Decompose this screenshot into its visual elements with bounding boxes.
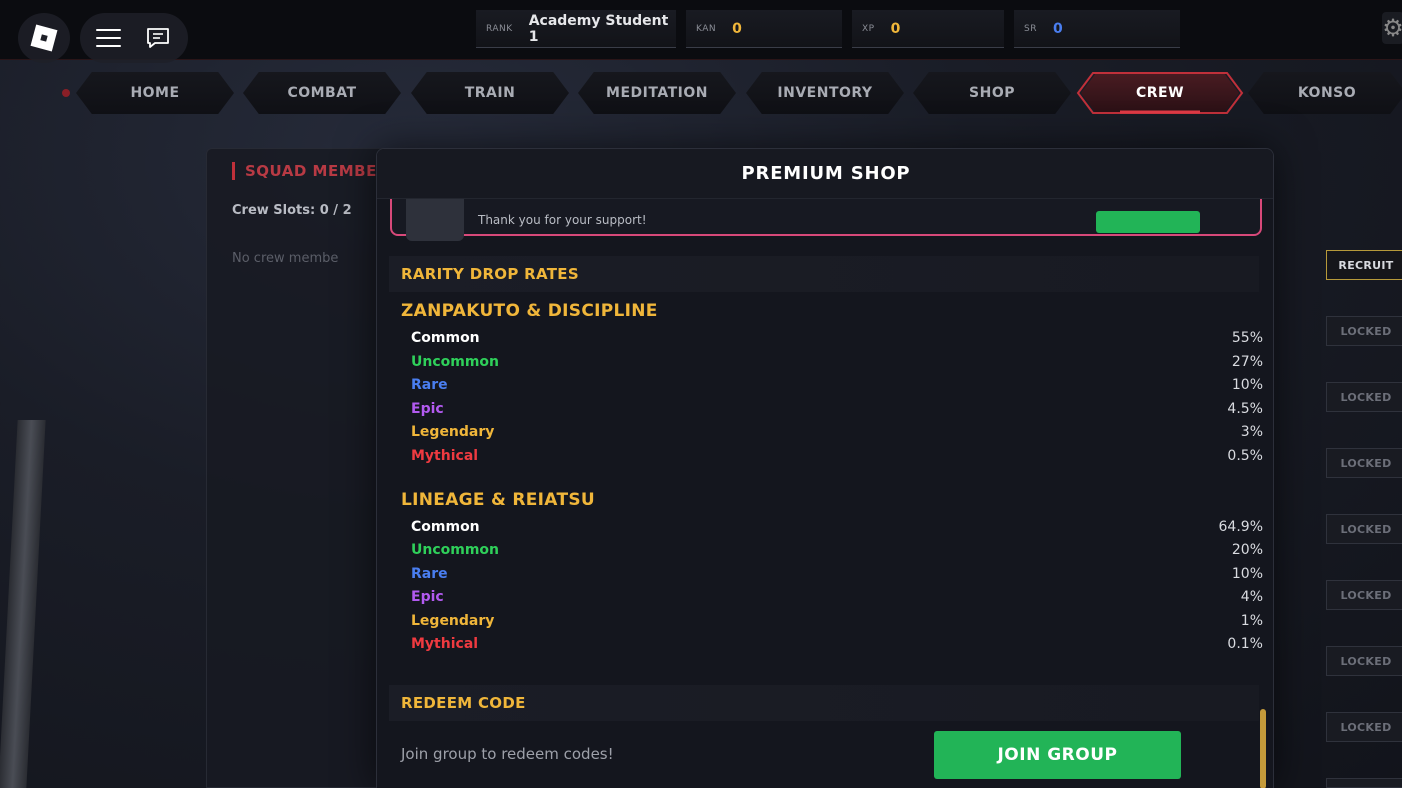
locked-slot-button: LOCKED: [1326, 382, 1402, 412]
squad-members-title: SQUAD MEMBE: [232, 162, 377, 180]
rate-pct: 0.5%: [1227, 448, 1263, 464]
rate-row: Rare 10%: [411, 566, 1263, 588]
tab-combat[interactable]: COMBAT: [243, 72, 401, 114]
rarity-drop-rates-header: RARITY DROP RATES: [389, 256, 1259, 292]
locked-slot-button: LOCKED: [1326, 514, 1402, 544]
tab-shop[interactable]: SHOP: [913, 72, 1071, 114]
locked-slot-button: LOCKED: [1326, 448, 1402, 478]
roblox-logo-icon: [30, 24, 58, 52]
chat-icon[interactable]: [146, 27, 170, 49]
rarity-legendary: Legendary: [411, 613, 495, 629]
category-title-lineage: LINEAGE & REIATSU: [401, 490, 595, 510]
rate-pct: 55%: [1231, 330, 1263, 346]
rate-row: Uncommon 20%: [411, 542, 1263, 564]
modal-title: PREMIUM SHOP: [377, 149, 1273, 199]
tab-crew[interactable]: CREW: [1081, 72, 1239, 114]
rarity-common: Common: [411, 330, 480, 346]
locked-slot-button: LOCKED: [1326, 316, 1402, 346]
locked-slot-button: LOCKED: [1326, 712, 1402, 742]
tab-combat-label: COMBAT: [287, 85, 357, 101]
tab-home[interactable]: HOME: [76, 72, 234, 114]
rarity-epic: Epic: [411, 401, 444, 417]
tab-inventory-label: INVENTORY: [777, 85, 873, 101]
rate-row: Mythical 0.5%: [411, 448, 1263, 470]
xp-label: XP: [862, 23, 875, 34]
premium-shop-modal: PREMIUM SHOP Thank you for your support!…: [376, 148, 1274, 788]
recruit-button[interactable]: RECRUIT: [1326, 250, 1402, 280]
rate-pct: 1%: [1240, 613, 1263, 629]
rarity-epic: Epic: [411, 589, 444, 605]
main-nav: HOME COMBAT TRAIN MEDITATION INVENTORY S…: [0, 72, 1402, 116]
hamburger-menu-icon[interactable]: [96, 29, 121, 47]
rate-pct: 3%: [1240, 424, 1263, 440]
rate-row: Legendary 1%: [411, 613, 1263, 635]
tab-shop-label: SHOP: [969, 85, 1015, 101]
tab-crew-label: CREW: [1135, 85, 1185, 101]
category-title-zanpakuto: ZANPAKUTO & DISCIPLINE: [401, 301, 658, 321]
tab-train-label: TRAIN: [464, 85, 516, 101]
tab-home-label: HOME: [130, 85, 180, 101]
tab-konso-label: KONSO: [1297, 85, 1357, 101]
modal-scrollbar[interactable]: [1260, 709, 1266, 788]
rate-pct: 4.5%: [1227, 401, 1263, 417]
rate-pct: 10%: [1231, 566, 1263, 582]
rate-pct: 4%: [1240, 589, 1263, 605]
tab-train[interactable]: TRAIN: [411, 72, 569, 114]
sr-value: 0: [1052, 20, 1063, 37]
rarity-rare: Rare: [411, 566, 448, 582]
support-purchase-button[interactable]: [1096, 211, 1200, 233]
locked-slot-button: [1326, 778, 1402, 788]
rate-pct: 20%: [1231, 542, 1263, 558]
crew-slots-text: Crew Slots: 0 / 2: [232, 203, 352, 218]
rank-value: Academy Student 1: [528, 12, 669, 45]
katana-silhouette: [0, 420, 46, 788]
join-group-button[interactable]: JOIN GROUP: [934, 731, 1181, 779]
tab-konso[interactable]: KONSO: [1248, 72, 1402, 114]
settings-gear-icon[interactable]: ⚙: [1382, 12, 1402, 44]
rate-row: Epic 4.5%: [411, 401, 1263, 423]
roblox-controls-group: [80, 13, 188, 63]
rate-pct: 64.9%: [1218, 519, 1263, 535]
locked-slot-button: LOCKED: [1326, 580, 1402, 610]
rate-row: Mythical 0.1%: [411, 636, 1263, 658]
tab-meditation[interactable]: MEDITATION: [578, 72, 736, 114]
locked-slot-button: LOCKED: [1326, 646, 1402, 676]
rank-stat: RANK Academy Student 1: [476, 10, 676, 48]
kan-value: 0: [732, 20, 742, 37]
rarity-mythical: Mythical: [411, 448, 479, 464]
no-crew-members-text: No crew membe: [232, 251, 339, 266]
rate-pct: 0.1%: [1227, 636, 1263, 652]
support-text: Thank you for your support!: [478, 213, 647, 227]
roblox-menu-button[interactable]: [18, 13, 70, 63]
rate-row: Uncommon 27%: [411, 354, 1263, 376]
xp-value: 0: [890, 20, 901, 37]
rate-row: Rare 10%: [411, 377, 1263, 399]
rarity-mythical: Mythical: [411, 636, 479, 652]
top-bar: RANK Academy Student 1 KAN 0 XP 0 SR 0 ⚙: [0, 0, 1402, 63]
tab-inventory[interactable]: INVENTORY: [746, 72, 904, 114]
redeem-code-header: REDEEM CODE: [389, 685, 1259, 721]
xp-stat: XP 0: [852, 10, 1004, 48]
rate-pct: 27%: [1231, 354, 1263, 370]
rate-row: Legendary 3%: [411, 424, 1263, 446]
rate-row: Common 55%: [411, 330, 1263, 352]
kan-label: KAN: [696, 23, 717, 34]
kan-stat: KAN 0: [686, 10, 842, 48]
sr-stat: SR 0: [1014, 10, 1180, 48]
rarity-common: Common: [411, 519, 480, 535]
rank-label: RANK: [486, 23, 513, 34]
sr-label: SR: [1024, 23, 1037, 34]
redeem-info-text: Join group to redeem codes!: [401, 745, 614, 763]
rarity-uncommon: Uncommon: [411, 354, 500, 370]
rate-row: Common 64.9%: [411, 519, 1263, 541]
rate-row: Epic 4%: [411, 589, 1263, 611]
rarity-rare: Rare: [411, 377, 448, 393]
rarity-uncommon: Uncommon: [411, 542, 500, 558]
rarity-legendary: Legendary: [411, 424, 495, 440]
tab-meditation-label: MEDITATION: [606, 85, 708, 101]
rate-pct: 10%: [1231, 377, 1263, 393]
